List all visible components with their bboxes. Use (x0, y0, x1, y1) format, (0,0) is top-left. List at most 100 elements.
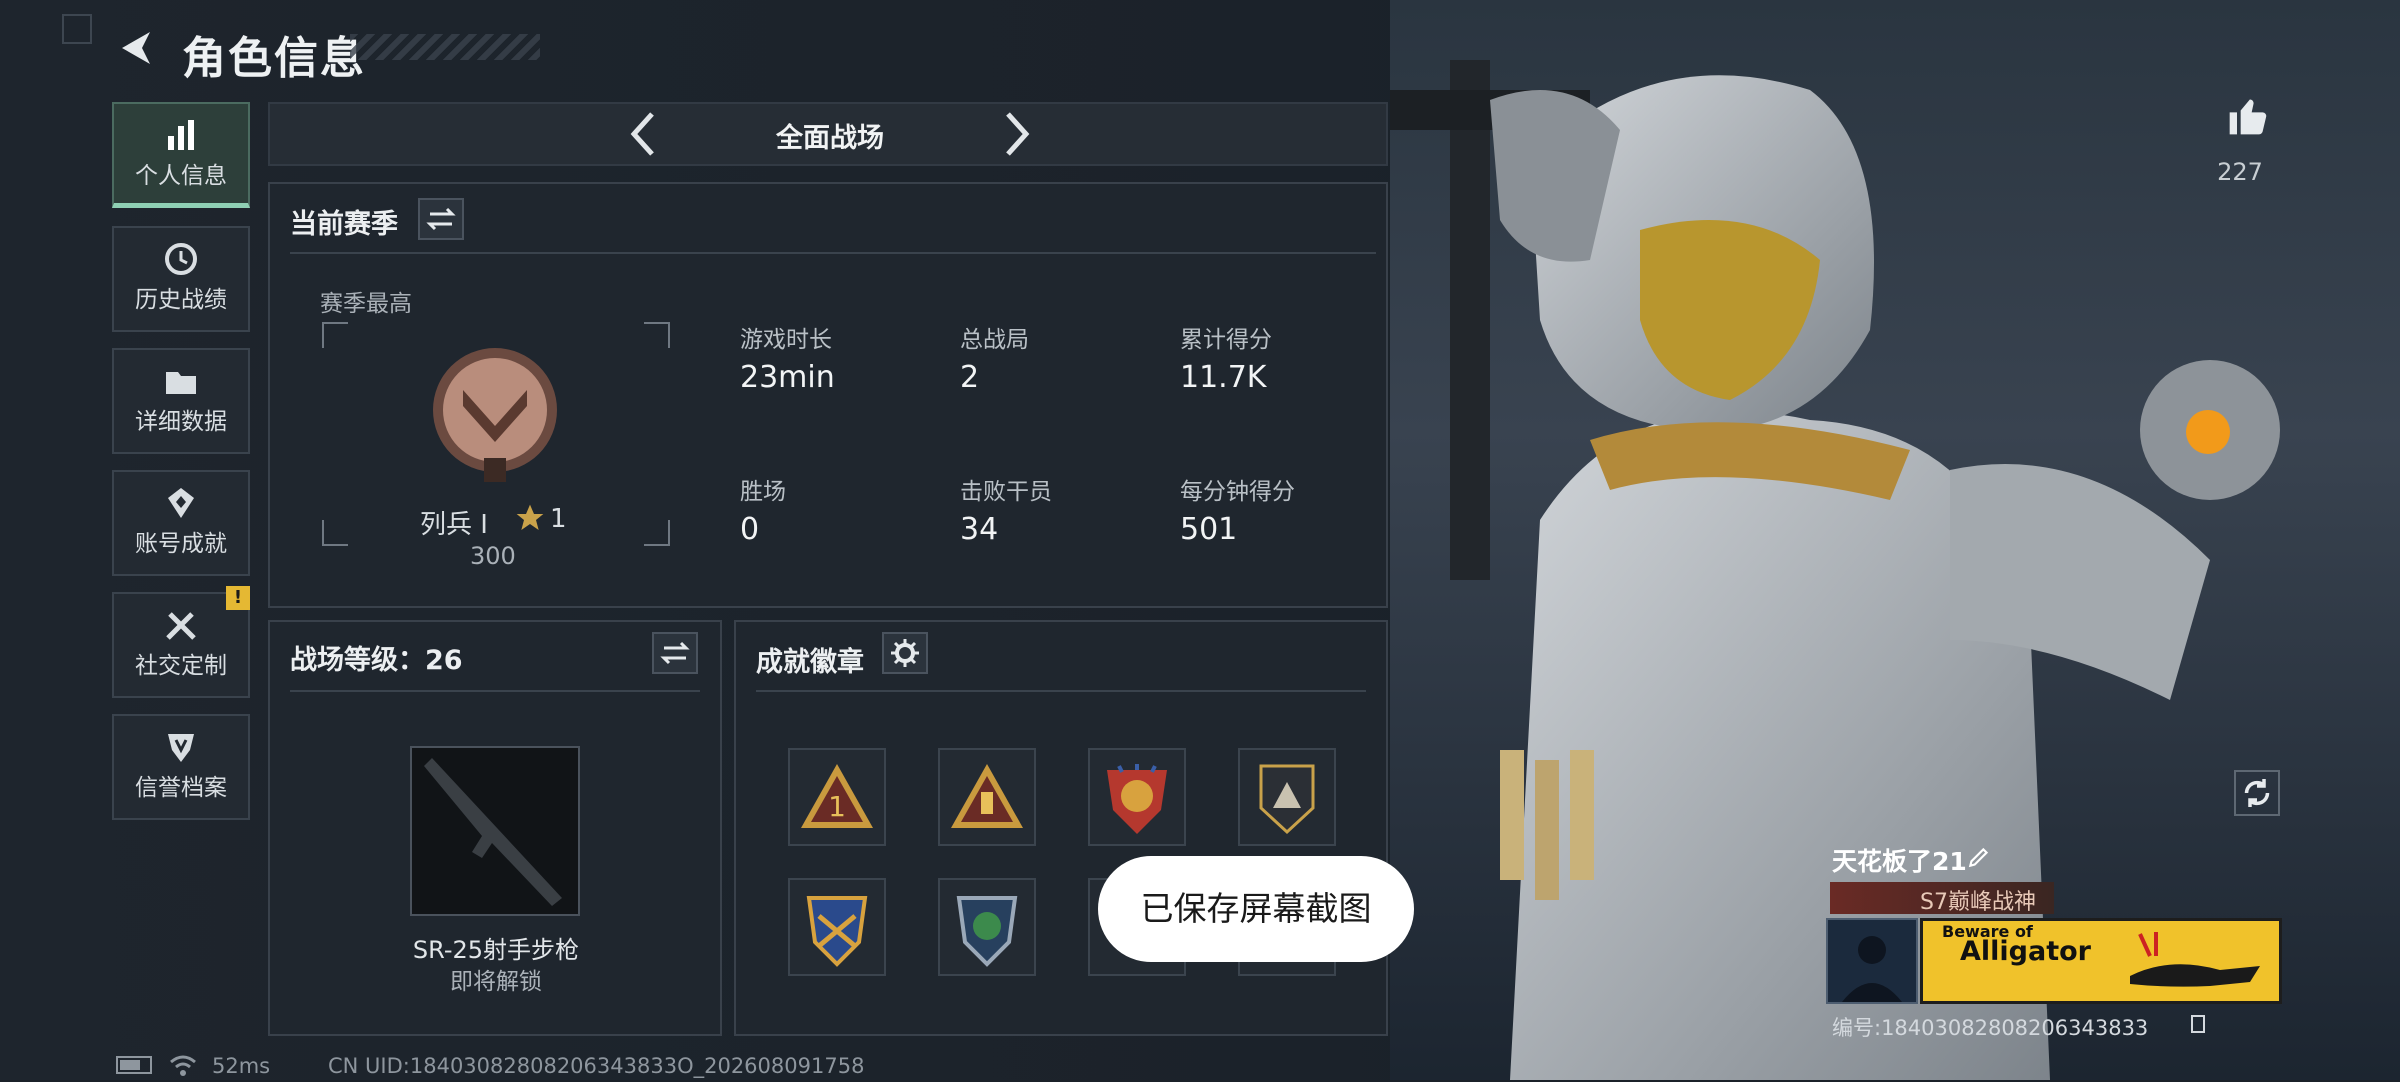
season-switch-button[interactable] (418, 198, 464, 240)
stat-label: 击败干员 (960, 479, 1052, 505)
swap-arrows-icon (426, 207, 456, 231)
stat-value: 11.7K (1180, 360, 1267, 395)
star-icon (514, 502, 546, 538)
frame-corner (644, 520, 670, 546)
stat-label: 每分钟得分 (1180, 479, 1295, 505)
sidebar-item-credit-record[interactable]: 信誉档案 (112, 714, 250, 820)
achievement-icon (168, 488, 194, 518)
sidebar-label: 个人信息 (135, 163, 227, 189)
achievement-badge[interactable] (788, 878, 886, 976)
pencil-icon (1968, 847, 1989, 868)
divider (756, 690, 1366, 692)
battlefield-switch-button[interactable] (652, 632, 698, 674)
chevron-left-icon (630, 112, 654, 156)
sidebar-item-achievements[interactable]: 账号成就 (112, 470, 250, 576)
player-name: 天花板了21 (1832, 847, 1967, 876)
folder-icon (166, 372, 196, 394)
star-shield-medal-icon (1107, 764, 1167, 834)
alligator-graphic-icon (2130, 932, 2260, 987)
divider (290, 690, 700, 692)
sidebar-label: 信誉档案 (135, 775, 227, 801)
swap-arrows-icon (660, 641, 690, 665)
achievement-badge[interactable] (1088, 748, 1186, 846)
svg-text:1: 1 (828, 790, 846, 823)
battery-icon (116, 1056, 152, 1074)
rotate-view-button[interactable] (2234, 770, 2280, 816)
back-button[interactable] (112, 26, 156, 70)
history-clock-icon (165, 243, 197, 275)
chevron-right-icon (1006, 112, 1030, 156)
rank-points: 300 (470, 542, 516, 570)
title-stripes-decoration (350, 34, 540, 60)
stat-label: 累计得分 (1180, 327, 1272, 353)
rank-star-count: 1 (550, 504, 567, 534)
achievement-badge[interactable]: 1 (788, 748, 886, 846)
sidebar-item-personal-info[interactable]: 个人信息 (112, 102, 250, 208)
sidebar-item-history[interactable]: 历史战绩 (112, 226, 250, 332)
divider (290, 252, 1376, 254)
stat-value: 23min (740, 360, 835, 395)
weapon-name: SR-25射手步枪 (412, 936, 580, 964)
rank-name: 列兵 I (420, 510, 488, 540)
player-title-text: S7巅峰战神 (1920, 890, 2036, 915)
stat-label: 总战局 (960, 327, 1029, 353)
weapon-status: 即将解锁 (450, 969, 542, 995)
screenshot-saved-toast: 已保存屏幕截图 (1098, 856, 1414, 962)
player-uid: 编号:18403082808206343833 (1832, 1016, 2149, 1040)
copy-icon (2191, 1015, 2205, 1033)
warning-badge: ! (226, 586, 250, 610)
stat-value: 0 (740, 512, 760, 547)
edit-name-button[interactable] (1966, 844, 1992, 874)
sidebar-label: 详细数据 (135, 409, 227, 435)
achievements-settings-button[interactable] (882, 632, 928, 674)
season-title: 当前赛季 (290, 209, 398, 240)
battlefield-level-title: 战场等级：26 (290, 645, 463, 676)
stat-value: 2 (960, 360, 980, 395)
player-avatar[interactable] (1826, 918, 1918, 1004)
back-arrow-icon (122, 32, 150, 64)
sidebar-label: 历史战绩 (135, 287, 227, 313)
stat-value: 501 (1180, 512, 1238, 547)
copy-uid-button[interactable] (2186, 1012, 2210, 1040)
stat-label: 胜场 (740, 479, 786, 505)
frame-corner (644, 322, 670, 348)
rank-emblem (428, 346, 562, 488)
rank-private-icon (433, 348, 557, 482)
mode-next-button[interactable] (996, 110, 1036, 162)
mode-prev-button[interactable] (624, 110, 664, 162)
sidebar-label: 社交定制 (135, 653, 227, 679)
rank-one-triangle-icon: 1 (801, 764, 873, 828)
banner-line2: Alligator (1960, 936, 2091, 967)
stat-value: 34 (960, 512, 999, 547)
green-crest-icon (956, 896, 1018, 967)
page-title: 角色信息 (182, 33, 366, 84)
like-button[interactable] (2226, 94, 2270, 142)
client-uid: CN UID:18403082808206343833O_20260809175… (328, 1054, 865, 1078)
shield-emblem-icon (168, 734, 194, 762)
ping-value: 52ms (212, 1054, 271, 1078)
blue-gold-crest-icon (806, 896, 868, 967)
sniper-rifle-icon (424, 758, 562, 906)
corner-decoration (62, 14, 92, 44)
wifi-icon (168, 1052, 198, 1082)
mode-title: 全面战场 (776, 123, 884, 154)
like-count: 227 (2217, 158, 2263, 186)
achievement-badge[interactable] (1238, 748, 1336, 846)
achievements-title: 成就徽章 (756, 647, 864, 678)
season-best-label: 赛季最高 (320, 291, 412, 317)
achievement-badge[interactable] (938, 878, 1036, 976)
rotate-icon (2244, 779, 2270, 807)
achievement-badge[interactable] (938, 748, 1036, 846)
frame-corner (322, 322, 348, 348)
sidebar-label: 账号成就 (135, 531, 227, 557)
stat-label: 游戏时长 (740, 327, 832, 353)
frame-corner (322, 520, 348, 546)
weapon-card[interactable] (410, 746, 580, 916)
operator-portrait-icon (1842, 936, 1902, 1002)
sidebar-item-detailed-data[interactable]: 详细数据 (112, 348, 250, 454)
dark-shield-badge-icon (1259, 764, 1315, 835)
bar-chart-icon (168, 120, 194, 150)
tools-icon (166, 612, 196, 640)
thumbs-up-icon (2229, 99, 2267, 135)
gear-icon (891, 639, 919, 667)
